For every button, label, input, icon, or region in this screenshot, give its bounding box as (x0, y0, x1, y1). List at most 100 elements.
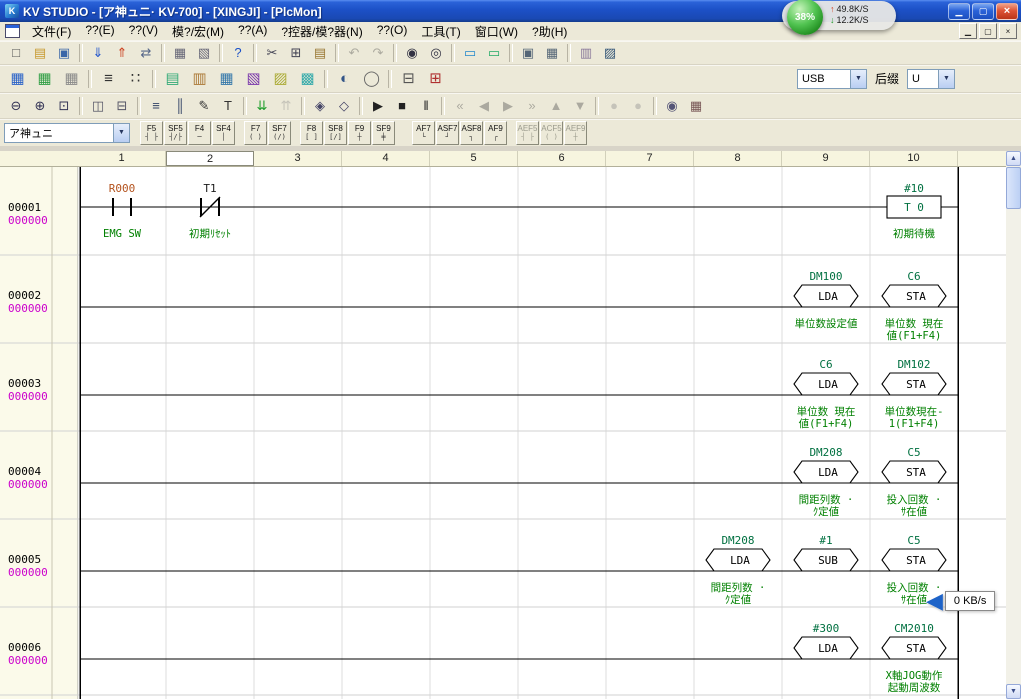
search-device-button[interactable]: ◈ (308, 95, 332, 117)
simulator-mode-button[interactable]: ▦ (58, 66, 85, 92)
ladder-column-header[interactable]: 3 (254, 151, 342, 166)
chevron-down-icon[interactable]: ▼ (938, 70, 954, 88)
menu-item[interactable]: ?控器/模?器(N) (274, 22, 369, 41)
mdi-minimize-button[interactable]: ▁ (959, 23, 977, 39)
chevron-down-icon[interactable]: ▼ (113, 124, 129, 142)
rung-number[interactable]: 00006 (8, 641, 41, 654)
zoom-in-button[interactable]: ⊕ (28, 95, 52, 117)
device-monitor-button[interactable]: ▨ (267, 66, 294, 92)
fkey-button[interactable]: F5 ┤ ├ (140, 121, 163, 145)
split-horizontal-button[interactable]: ◫ (86, 95, 110, 117)
undo-convert-button[interactable]: ⇈ (274, 95, 298, 117)
option-settings-button[interactable]: ▦ (684, 95, 708, 117)
ladder-column-header[interactable]: 7 (606, 151, 694, 166)
ladder-column-header[interactable]: 2 (166, 151, 254, 166)
operand-label[interactable]: C6 (819, 358, 832, 371)
step-back-button[interactable]: ◀ (472, 95, 496, 117)
trace-monitor-button[interactable]: ◯ (358, 66, 385, 92)
scroll-down-icon[interactable]: ▼ (1006, 684, 1021, 699)
verify-with-plc-button[interactable]: ⇄ (134, 42, 158, 64)
ladder-column-header[interactable]: 10 (870, 151, 958, 166)
read-from-plc-button[interactable]: ⇓ (86, 42, 110, 64)
menu-item[interactable]: ??(A) (231, 22, 274, 41)
menu-item[interactable]: ?助(H) (525, 22, 574, 41)
zoom-fit-button[interactable]: ⊡ (52, 95, 76, 117)
step-forward-button[interactable]: ▶ (496, 95, 520, 117)
label-edit-button[interactable]: ▦ (213, 66, 240, 92)
ladder-column-header[interactable]: 5 (430, 151, 518, 166)
ladder-view-button[interactable]: ≡ (95, 66, 122, 92)
menu-item[interactable]: 模?/宏(M) (165, 22, 231, 41)
scroll-up-button[interactable]: ▲ (544, 95, 568, 117)
device-label[interactable]: T1 (203, 182, 216, 195)
print-preview-button[interactable]: ▧ (192, 42, 216, 64)
menu-item[interactable]: ??(V) (122, 22, 165, 41)
operand-label[interactable]: DM208 (809, 446, 842, 459)
help-button[interactable]: ? (226, 42, 250, 64)
new-file-button[interactable]: □ (4, 42, 28, 64)
timer-preset[interactable]: #10 (904, 182, 924, 195)
fkey-button[interactable]: ASF8 ┐ (460, 121, 483, 145)
fkey-button[interactable]: F8 [ ] (300, 121, 323, 145)
fkey-button[interactable]: F9 ┼ (348, 121, 371, 145)
zoom-out-button[interactable]: ⊖ (4, 95, 28, 117)
batch-monitor-button[interactable]: ▩ (294, 66, 321, 92)
operand-label[interactable]: C5 (907, 446, 920, 459)
replace-button[interactable]: ◎ (424, 42, 448, 64)
split-vertical-button[interactable]: ⊟ (110, 95, 134, 117)
cascade-windows-button[interactable]: ▣ (516, 42, 540, 64)
contact-open[interactable] (109, 195, 135, 219)
operand-label[interactable]: DM208 (721, 534, 754, 547)
fkey-button[interactable]: AEF5 ┤ ├ (516, 121, 539, 145)
ladder-column-header[interactable]: 8 (694, 151, 782, 166)
output-window-button[interactable]: ▨ (598, 42, 622, 64)
paste-button[interactable]: ▤ (308, 42, 332, 64)
mnemonic-view-button[interactable]: ∷ (122, 66, 149, 92)
record-a-button[interactable]: ● (602, 95, 626, 117)
rung-number[interactable]: 00003 (8, 377, 41, 390)
ladder-column-header[interactable]: 6 (518, 151, 606, 166)
fkey-button[interactable]: ACF5 ( ) (540, 121, 563, 145)
cpu-system-setting-button[interactable]: ▧ (240, 66, 267, 92)
unit-editor-button[interactable]: ▤ (159, 66, 186, 92)
device-comment-edit-button[interactable]: ▥ (186, 66, 213, 92)
open-file-button[interactable]: ▤ (28, 42, 52, 64)
rung-number[interactable]: 00002 (8, 289, 41, 302)
monitor-stop-button[interactable]: ■ (390, 95, 414, 117)
fkey-button[interactable]: F7 ( ) (244, 121, 267, 145)
vertical-scrollbar[interactable]: ▲ ▼ (1006, 151, 1021, 699)
operand-label[interactable]: DM102 (897, 358, 930, 371)
ladder-convert-button[interactable]: ⇊ (250, 95, 274, 117)
monitor-run-button[interactable]: ▶ (366, 95, 390, 117)
menu-item[interactable]: 工具(T) (414, 22, 467, 41)
operand-label[interactable]: DM100 (809, 270, 842, 283)
scroll-down-button[interactable]: ▼ (568, 95, 592, 117)
rung-number[interactable]: 00001 (8, 201, 41, 214)
ladder-column-header[interactable]: 4 (342, 151, 430, 166)
connection-combo[interactable]: USB ▼ (797, 69, 867, 89)
fkey-button[interactable]: SF7 (/) (268, 121, 291, 145)
online-edit-button[interactable]: ◉ (660, 95, 684, 117)
copy-button[interactable]: ⊞ (284, 42, 308, 64)
communication-setup-button[interactable]: ⊞ (422, 66, 449, 92)
undo-button[interactable]: ↶ (342, 42, 366, 64)
close-button[interactable]: × (996, 3, 1018, 20)
insert-column-button[interactable]: ║ (168, 95, 192, 117)
menu-item[interactable]: ??(O) (370, 22, 415, 41)
fkey-button[interactable]: ASF7 ┘ (436, 121, 459, 145)
ladder-column-header[interactable]: 1 (78, 151, 166, 166)
monitor-mode-button[interactable]: ▦ (31, 66, 58, 92)
operand-label[interactable]: C6 (907, 270, 920, 283)
monitor-window-button[interactable]: ▭ (458, 42, 482, 64)
fkey-button[interactable]: AF9 ┌ (484, 121, 507, 145)
step-last-button[interactable]: » (520, 95, 544, 117)
record-b-button[interactable]: ● (626, 95, 650, 117)
rung-number[interactable]: 00005 (8, 553, 41, 566)
edit-comment-button[interactable]: ✎ (192, 95, 216, 117)
editor-mode-button[interactable]: ▦ (4, 66, 31, 92)
suffix-combo[interactable]: U ▼ (907, 69, 955, 89)
scrollbar-thumb[interactable] (1006, 167, 1021, 209)
ladder-column-header[interactable]: 9 (782, 151, 870, 166)
restore-button[interactable]: ▢ (972, 3, 994, 20)
network-speed-overlay[interactable]: ◀ 0 KB/s (926, 588, 995, 614)
